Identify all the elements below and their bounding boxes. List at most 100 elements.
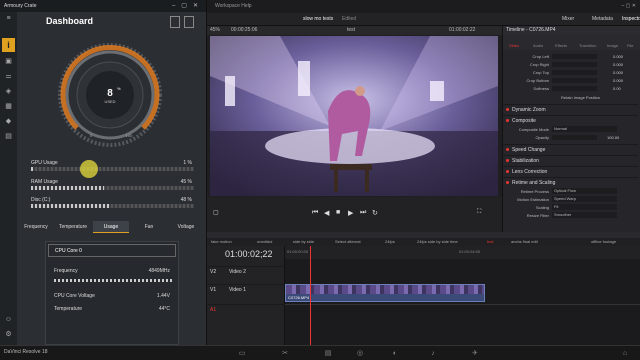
taskbar-app-name[interactable]: DaVinci Resolve 18 — [4, 349, 48, 355]
menu-items[interactable]: Workspace Help — [215, 0, 252, 13]
dashboard-title: Dashboard — [46, 16, 94, 26]
stop-icon[interactable]: ■ — [336, 209, 340, 216]
section-lens-correction[interactable]: Lens Correction — [503, 166, 638, 176]
tab-audio[interactable]: Audio — [533, 43, 543, 48]
timeline-ruler[interactable]: 01:00:00:00 01:00:04:00 — [285, 246, 640, 259]
composite-mode-select[interactable]: Normal — [552, 126, 617, 132]
section-dynamic-zoom[interactable]: Dynamic Zoom — [503, 104, 638, 114]
gpu-usage-label: GPU Usage — [31, 160, 58, 166]
fusion-page-icon[interactable]: ◎ — [355, 349, 365, 358]
device-icon[interactable]: ▣ — [3, 57, 14, 67]
info-icon[interactable]: i — [2, 38, 15, 52]
section-retime-scaling[interactable]: Retime and Scaling — [503, 177, 638, 187]
crop-bottom-label: Crop Bottom — [526, 78, 549, 83]
crop-left-slider[interactable] — [552, 54, 597, 59]
tab-video[interactable]: Video — [509, 43, 519, 48]
tab-transition[interactable]: Transition — [579, 43, 596, 48]
tab-frequency[interactable]: Frequency — [19, 221, 53, 233]
timeline-tab[interactable]: unedited — [257, 238, 272, 246]
rewind-icon[interactable]: ◀ — [324, 209, 329, 217]
timeline-tab[interactable]: offline footage — [591, 238, 616, 246]
timeline-tab[interactable]: Select alternat — [335, 238, 361, 246]
deliver-page-icon[interactable]: ✈ — [470, 349, 480, 358]
timeline-tab[interactable]: 24fps — [385, 238, 395, 246]
softness-value[interactable]: 0.00 — [613, 86, 621, 91]
crop-right-slider[interactable] — [552, 62, 597, 67]
tab-voltage[interactable]: Voltage — [169, 221, 203, 233]
track-v1[interactable]: V1 Video 1 — [207, 284, 285, 298]
opacity-slider[interactable] — [552, 135, 597, 140]
clip-thumbnails — [286, 285, 484, 294]
taskbar: DaVinci Resolve 18 ▭ ✂ ▤ ◎ ◐ ♪ ✈ ⌂ — [0, 345, 640, 360]
menu-icon[interactable]: ≡ — [3, 14, 14, 24]
home-icon[interactable]: ⌂ — [620, 349, 630, 358]
crop-left-value[interactable]: 0.000 — [613, 54, 623, 59]
settings-icon[interactable]: ⚙ — [3, 330, 14, 340]
retime-select[interactable]: Optical Flow — [552, 188, 617, 194]
notification-icon[interactable]: ☺ — [3, 315, 14, 325]
card-row-label: CPU Core Voltage — [54, 293, 95, 299]
zoom-level[interactable]: 45% — [210, 26, 220, 35]
lighting-icon[interactable]: ◈ — [3, 87, 14, 97]
sliders-icon[interactable]: ⚌ — [3, 72, 14, 82]
timeline-area[interactable]: 01:00:00:00 01:00:04:00 C0726.MP4 — [285, 246, 640, 345]
resolve-window: Workspace Help – ▢ ✕ slow mo tests Edite… — [207, 0, 640, 345]
retain-image-position[interactable]: Retain Image Position — [561, 95, 600, 100]
opacity-value[interactable]: 100.00 — [607, 135, 619, 140]
tab-fan[interactable]: Fan — [133, 221, 165, 233]
ram-usage-label: RAM Usage — [31, 179, 58, 185]
scenario-icon[interactable]: ▦ — [3, 102, 14, 112]
cpu-core-select[interactable]: CPU Core 0 — [48, 244, 176, 257]
crop-top-slider[interactable] — [552, 70, 597, 75]
window-controls[interactable]: – ▢ ✕ — [622, 0, 636, 13]
section-speed-change[interactable]: Speed Change — [503, 144, 638, 154]
resolve-menubar: Workspace Help – ▢ ✕ — [207, 0, 640, 13]
timeline-clip[interactable]: C0726.MP4 — [285, 284, 485, 302]
tab-effects[interactable]: Effects — [555, 43, 567, 48]
metadata-button[interactable]: Metadata — [592, 13, 613, 26]
clip-label[interactable]: test — [347, 26, 355, 35]
crop-top-value[interactable]: 0.000 — [613, 70, 623, 75]
loop-icon[interactable]: ↻ — [372, 209, 378, 217]
grid-icon[interactable] — [184, 16, 194, 28]
track-a1[interactable]: A1 — [207, 304, 285, 318]
tab-file[interactable]: File — [627, 43, 633, 48]
section-composite[interactable]: Composite — [503, 115, 638, 125]
timeline-tab[interactable]: fake motion — [211, 238, 232, 246]
motion-estimation-select[interactable]: Speed Warp — [552, 196, 617, 202]
color-page-icon[interactable]: ◐ — [390, 349, 400, 358]
go-end-icon[interactable]: ⏭ — [360, 209, 366, 217]
tag-icon[interactable]: ◆ — [3, 117, 14, 127]
crop-right-value[interactable]: 0.000 — [613, 62, 623, 67]
inspector-button[interactable]: Inspector — [622, 13, 640, 26]
track-v2[interactable]: V2 Video 2 — [207, 266, 285, 280]
scaling-select[interactable]: Fit — [552, 204, 617, 210]
media-page-icon[interactable]: ▭ — [237, 349, 247, 358]
video-viewer[interactable] — [210, 36, 498, 196]
fairlight-page-icon[interactable]: ♪ — [428, 349, 438, 358]
cut-page-icon[interactable]: ✂ — [280, 349, 290, 358]
tab-temperature[interactable]: Temperature — [55, 221, 91, 233]
layout-icon[interactable] — [170, 16, 180, 28]
softness-slider[interactable] — [552, 86, 597, 91]
crop-bottom-value[interactable]: 0.000 — [613, 78, 623, 83]
gpu-usage-value: 1 % — [183, 160, 192, 166]
fullscreen-icon[interactable]: ⛶ — [477, 209, 481, 216]
crop-icon[interactable]: ▢ — [213, 209, 219, 216]
timeline-tab[interactable]: 24fps side by side time — [417, 238, 458, 246]
monitor-icon[interactable]: ▤ — [3, 132, 14, 142]
playhead[interactable] — [310, 246, 311, 345]
window-controls[interactable]: –▢✕ — [172, 0, 204, 12]
play-icon[interactable]: ▶ — [348, 209, 353, 217]
mixer-button[interactable]: Mixer — [562, 13, 574, 26]
timeline-tab[interactable]: side by side — [293, 238, 314, 246]
tab-image[interactable]: Image — [607, 43, 618, 48]
section-stabilization[interactable]: Stabilization — [503, 155, 638, 165]
timeline-tab-active[interactable]: test — [487, 238, 493, 246]
crop-bottom-slider[interactable] — [552, 78, 597, 83]
edit-page-icon[interactable]: ▤ — [323, 349, 333, 358]
go-start-icon[interactable]: ⏮ — [312, 209, 318, 217]
tab-usage[interactable]: Usage — [93, 221, 129, 233]
resize-filter-select[interactable]: Smoother — [552, 212, 617, 218]
timeline-tab[interactable]: anchs final edit — [511, 238, 538, 246]
